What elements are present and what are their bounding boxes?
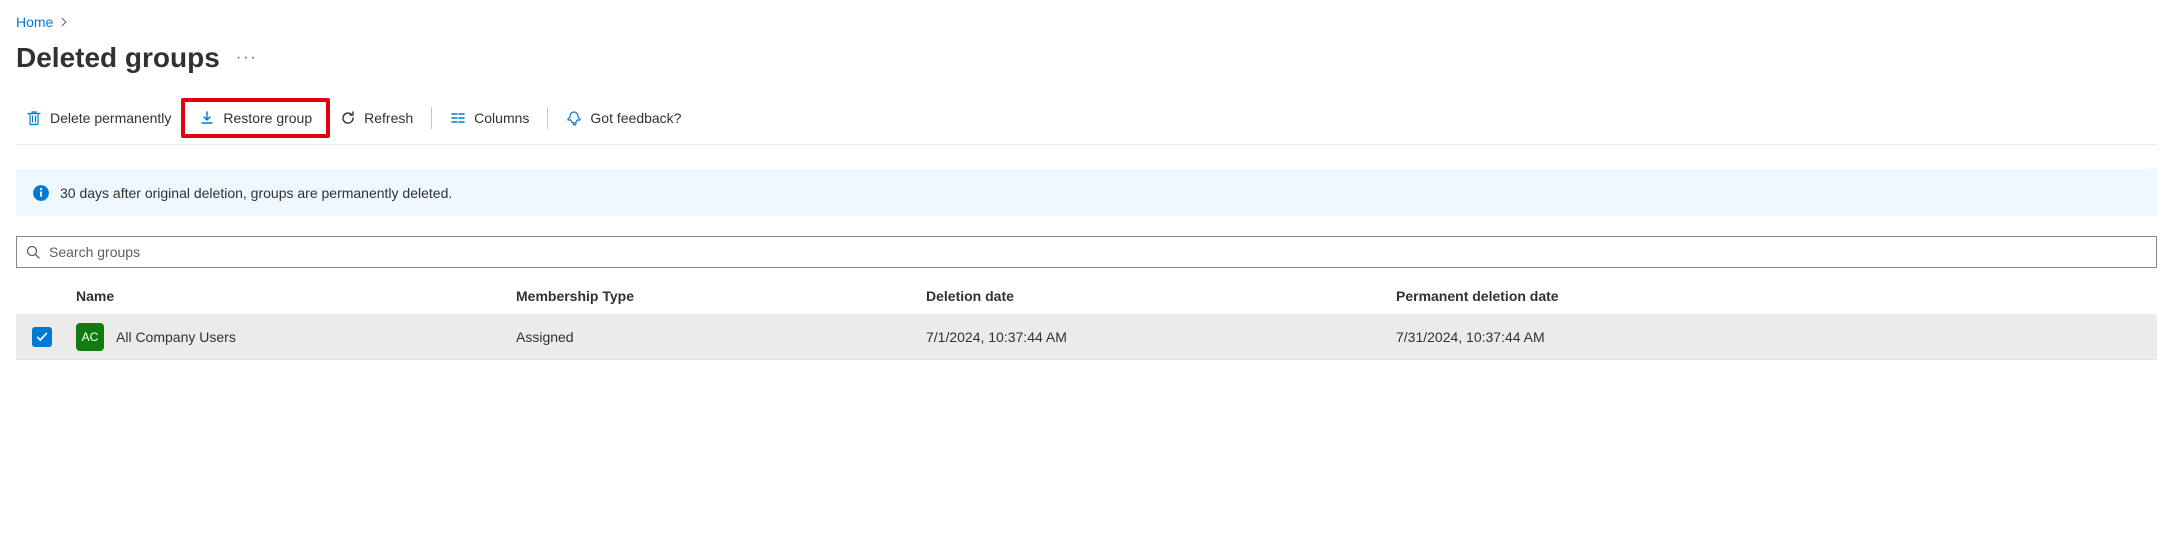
trash-icon — [26, 110, 42, 126]
restore-group-button[interactable]: Restore group — [189, 104, 322, 132]
feedback-icon — [566, 110, 582, 126]
search-icon — [25, 244, 41, 260]
table-header-row: Name Membership Type Deletion date Perma… — [16, 278, 2157, 315]
permanent-deletion-date-cell: 7/31/2024, 10:37:44 AM — [1388, 321, 2157, 353]
check-icon — [35, 330, 49, 344]
breadcrumb-home-link[interactable]: Home — [16, 14, 53, 30]
more-actions-button[interactable]: ··· — [236, 49, 258, 67]
toolbar-separator — [431, 107, 432, 129]
column-header-permanent-deletion-date[interactable]: Permanent deletion date — [1388, 278, 2157, 314]
columns-button[interactable]: Columns — [440, 104, 539, 132]
columns-label: Columns — [474, 110, 529, 126]
download-icon — [199, 110, 215, 126]
refresh-label: Refresh — [364, 110, 413, 126]
refresh-icon — [340, 110, 356, 126]
row-checkbox[interactable] — [32, 327, 52, 347]
column-header-deletion-date[interactable]: Deletion date — [918, 278, 1388, 314]
info-banner: 30 days after original deletion, groups … — [16, 169, 2157, 216]
search-input[interactable] — [49, 244, 2148, 260]
membership-type-cell: Assigned — [508, 321, 918, 353]
delete-permanently-label: Delete permanently — [50, 110, 171, 126]
feedback-label: Got feedback? — [590, 110, 681, 126]
restore-group-label: Restore group — [223, 110, 312, 126]
search-box[interactable] — [16, 236, 2157, 268]
groups-table: Name Membership Type Deletion date Perma… — [16, 278, 2157, 360]
info-icon — [32, 184, 50, 202]
page-title: Deleted groups — [16, 42, 220, 74]
column-header-membership-type[interactable]: Membership Type — [508, 278, 918, 314]
table-row[interactable]: AC All Company Users Assigned 7/1/2024, … — [16, 315, 2157, 360]
command-bar: Delete permanently Restore group Refresh… — [16, 92, 2157, 145]
column-header-name[interactable]: Name — [68, 278, 508, 314]
refresh-button[interactable]: Refresh — [330, 104, 423, 132]
info-banner-text: 30 days after original deletion, groups … — [60, 185, 452, 201]
deletion-date-cell: 7/1/2024, 10:37:44 AM — [918, 321, 1388, 353]
columns-icon — [450, 110, 466, 126]
breadcrumb: Home — [16, 12, 2157, 38]
toolbar-separator — [547, 107, 548, 129]
avatar: AC — [76, 323, 104, 351]
chevron-right-icon — [59, 17, 69, 27]
highlight-annotation: Restore group — [181, 98, 330, 138]
delete-permanently-button[interactable]: Delete permanently — [16, 104, 181, 132]
feedback-button[interactable]: Got feedback? — [556, 104, 691, 132]
group-name: All Company Users — [116, 329, 236, 345]
